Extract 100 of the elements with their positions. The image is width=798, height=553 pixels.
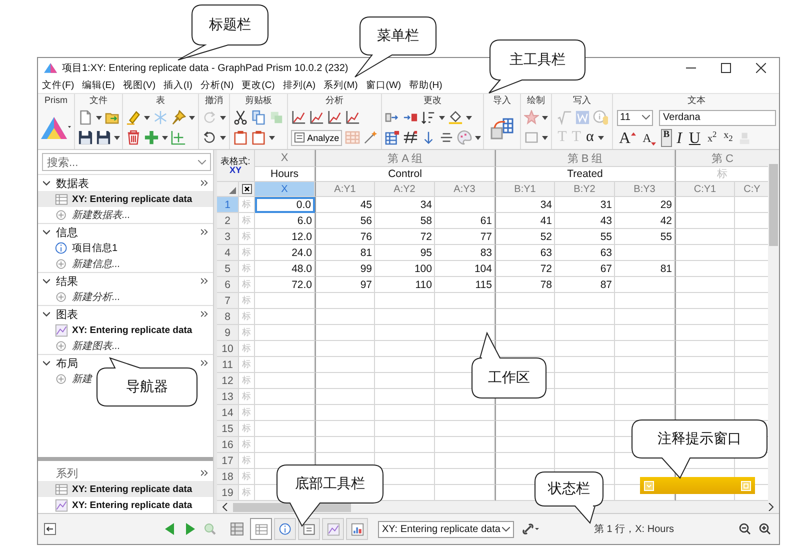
trash-icon[interactable] [126,130,141,146]
scroll-right-icon[interactable] [768,503,774,512]
chevron-icon[interactable] [43,180,50,186]
double-chevron-icon[interactable] [201,311,208,318]
navigator-item[interactable]: XY: Entering replicate data [38,481,213,498]
format-button[interactable]: x$_{2}$ [722,128,735,147]
menu-item[interactable]: 编辑(E) [82,79,115,92]
caret-icon[interactable] [542,136,548,140]
scissors-icon[interactable] [233,110,248,126]
line-chart-icon[interactable] [309,110,324,126]
row-number[interactable]: 11 [217,357,239,374]
navigator-item[interactable]: 新建信息... [38,256,124,272]
search-field[interactable]: 搜索... [42,153,211,172]
caret-icon[interactable] [542,116,548,120]
column-header[interactable]: A:Y3 [435,182,495,198]
paint-bucket-icon[interactable] [448,110,463,126]
menu-item[interactable]: 排列(A) [282,79,316,92]
caret-icon[interactable] [466,116,472,120]
format-button[interactable]: I [674,128,684,147]
magic-wand-icon[interactable] [363,130,378,146]
font-name-field[interactable]: Verdana [659,110,776,126]
chevron-icon[interactable] [43,360,50,366]
table-format-cell[interactable]: 表格式: XY [217,150,255,182]
caret-icon[interactable] [220,136,226,140]
group-header[interactable]: X [255,150,315,168]
table-icon[interactable] [384,130,400,146]
menu-item[interactable]: 分析(N) [200,79,234,92]
caret-icon[interactable] [189,116,195,120]
format-button[interactable]: B [661,128,672,147]
navigator-item[interactable]: XY: Entering replicate data [38,191,213,208]
double-chevron-icon[interactable] [201,229,208,236]
column-header[interactable]: B:Y3 [615,182,675,198]
zoom-out-icon[interactable] [739,523,751,536]
row-number[interactable]: 9 [217,325,239,342]
close-icon[interactable] [242,184,252,194]
section-header[interactable]: 结果 [56,274,78,289]
analyze-button[interactable]: Analyze [291,130,342,146]
row-number[interactable]: 8 [217,309,239,326]
double-chevron-icon[interactable] [201,470,208,476]
chevron-icon[interactable] [43,312,50,317]
group-header[interactable]: 第 A 组 [315,150,495,168]
text-button[interactable]: α [584,129,595,146]
line-chart-icon[interactable] [345,110,360,126]
highlighter-icon[interactable] [126,110,141,126]
menu-item[interactable]: 插入(I) [163,79,192,92]
section-header[interactable]: 布局 [56,356,78,371]
column-header[interactable]: A:Y2 [375,182,435,198]
row-number[interactable]: 7 [217,293,239,310]
close-icon[interactable] [756,62,766,73]
format-button[interactable]: x$^{2}$ [705,128,719,147]
sort-icon[interactable] [420,110,436,126]
scroll-left-icon[interactable] [222,503,228,512]
column-header[interactable]: A:Y1 [315,182,375,198]
row-number[interactable]: 17 [217,453,239,470]
navigator-item[interactable]: 新建 [38,371,96,388]
column-header[interactable]: C:Y1 [675,182,735,198]
caret-icon[interactable] [269,136,276,140]
previous-icon[interactable] [164,523,176,536]
menu-item[interactable]: 更改(C) [242,79,275,92]
caret-icon[interactable] [438,116,445,120]
clipboard-icon[interactable] [233,130,248,146]
row-number[interactable]: 16 [217,437,239,454]
double-chevron-icon[interactable] [201,360,208,366]
row-number[interactable]: 12 [217,373,239,390]
group-title[interactable]: Control [315,167,495,182]
undo-icon[interactable] [202,130,218,146]
format-button[interactable]: A [640,128,658,147]
group-title[interactable]: Hours [255,167,315,182]
caret-icon[interactable] [96,116,102,120]
caret-icon[interactable] [598,136,604,140]
row-number[interactable]: 13 [217,389,239,406]
row-number[interactable]: 19 [217,485,239,502]
chevron-icon[interactable] [43,230,50,235]
section-header[interactable]: 系列 [43,466,78,481]
section-header[interactable]: 信息 [56,224,78,240]
format-button[interactable]: A [617,128,638,147]
row-number[interactable]: 10 [217,341,239,358]
column-header[interactable]: B:Y2 [555,182,615,198]
format-button[interactable]: U [686,128,702,147]
maximize-icon[interactable] [721,62,731,73]
navigator-item[interactable]: XY: Entering replicate data [38,322,196,338]
row-number[interactable]: 18 [217,469,239,486]
column-header[interactable]: C:Y [735,182,768,198]
line-chart-icon[interactable] [291,110,306,126]
double-chevron-icon[interactable] [201,180,208,186]
row-number[interactable]: 2 [217,213,239,230]
caret-icon[interactable] [114,136,120,140]
hash-icon[interactable] [402,130,418,146]
font-size-select[interactable]: 11 [617,110,654,126]
menu-item[interactable]: 文件(F) [42,79,74,92]
double-chevron-icon[interactable] [201,278,208,284]
navigator-item[interactable]: 项目信息1 [38,240,122,256]
menu-item[interactable]: 视图(V) [122,79,156,92]
column-header[interactable]: B:Y1 [495,182,555,198]
clipboard-icon[interactable] [251,130,266,146]
row-number[interactable]: 3 [217,229,239,246]
caret-icon[interactable] [162,136,168,140]
caret-icon[interactable] [144,116,150,120]
sheet-select[interactable]: XY: Entering replicate data [378,520,514,538]
navigator-item[interactable]: 新建图表... [38,338,124,354]
